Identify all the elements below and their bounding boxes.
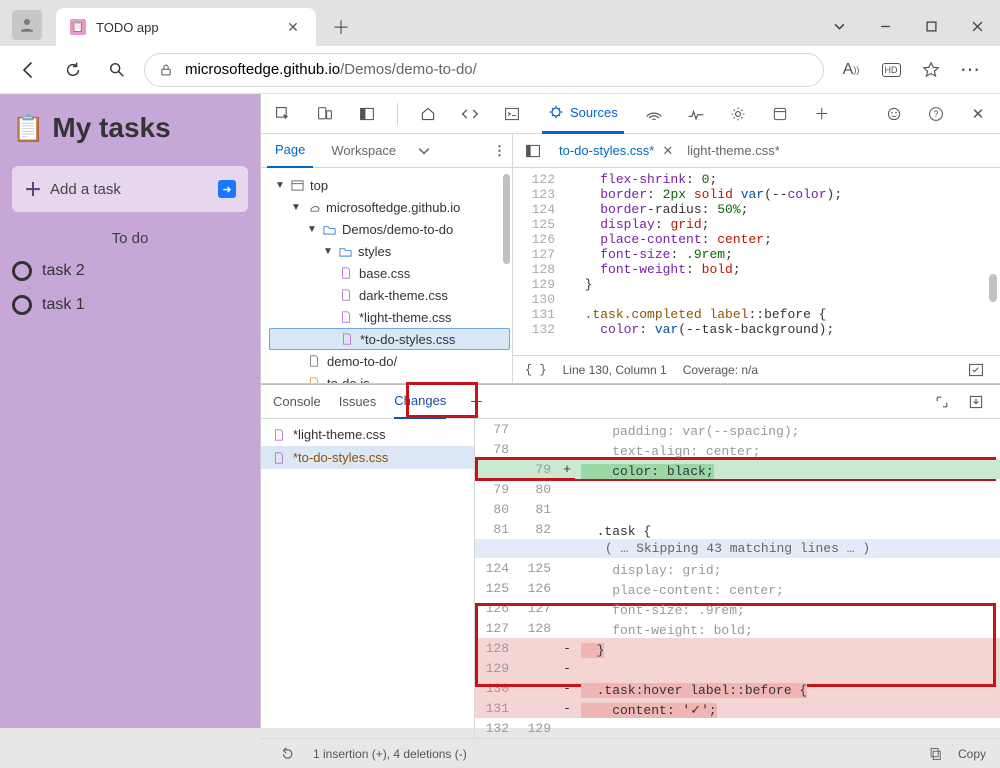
plus-icon: ＋: [24, 176, 42, 202]
tree-node-folder[interactable]: ▼Demos/demo-to-do: [269, 218, 510, 240]
add-drawer-tab-button[interactable]: ＋: [464, 390, 488, 414]
editor-tab[interactable]: light-theme.css*: [687, 143, 779, 158]
checkbox-icon[interactable]: [12, 261, 32, 281]
close-window-button[interactable]: [954, 6, 1000, 46]
sources-tab[interactable]: Sources: [542, 94, 624, 134]
changed-file-selected[interactable]: *to-do-styles.css: [261, 446, 474, 469]
help-icon[interactable]: ?: [924, 102, 948, 126]
toggle-nav-icon[interactable]: [521, 139, 545, 163]
submit-task-button[interactable]: ➜: [218, 180, 236, 198]
refresh-button[interactable]: [56, 53, 90, 87]
editor-scrollbar[interactable]: [989, 274, 997, 302]
editor-tab-active[interactable]: to-do-styles.css*✕: [559, 143, 673, 159]
diff-view[interactable]: 77 padding: var(--spacing);78 text-align…: [475, 419, 1000, 738]
devtools-tabbar: Sources ＋ ? ✕: [261, 94, 1000, 134]
coverage-icon[interactable]: [964, 358, 988, 382]
chevron-down-icon[interactable]: [816, 6, 862, 46]
diff-summary: 1 insertion (+), 4 deletions (-): [313, 747, 467, 761]
section-heading: To do: [12, 230, 248, 247]
changed-file[interactable]: *light-theme.css: [261, 423, 474, 446]
more-tabs-button[interactable]: ＋: [810, 102, 834, 126]
tree-more-icon[interactable]: ⋮: [493, 143, 506, 159]
console-panel-icon[interactable]: [500, 102, 524, 126]
code-editor[interactable]: 122 flex-shrink: 0;123 border: 2px solid…: [513, 168, 1000, 355]
task-row[interactable]: task 1: [12, 295, 248, 315]
welcome-icon[interactable]: [416, 102, 440, 126]
clipboard-icon: 📋: [12, 113, 44, 144]
application-icon[interactable]: [768, 102, 792, 126]
tree-node-styles[interactable]: ▼styles: [269, 240, 510, 262]
tree-file-selected[interactable]: *to-do-styles.css: [269, 328, 510, 350]
console-tab[interactable]: Console: [273, 385, 321, 419]
tab-title: TODO app: [96, 20, 159, 35]
tree-file[interactable]: *light-theme.css: [269, 306, 510, 328]
expand-icon[interactable]: [930, 390, 954, 414]
issues-tab[interactable]: Issues: [339, 385, 377, 419]
copy-button[interactable]: Copy: [958, 747, 986, 761]
new-tab-button[interactable]: ＋: [326, 12, 356, 42]
address-bar[interactable]: microsoftedge.github.io/Demos/demo-to-do…: [144, 53, 824, 87]
network-icon[interactable]: [642, 102, 666, 126]
settings-icon[interactable]: [726, 102, 750, 126]
tree-scrollbar[interactable]: [503, 174, 510, 264]
add-task-row[interactable]: ＋ Add a task ➜: [12, 166, 248, 212]
close-icon[interactable]: ✕: [662, 143, 673, 159]
hd-icon[interactable]: HD: [874, 53, 908, 87]
tree-file[interactable]: demo-to-do/: [269, 350, 510, 372]
close-tab-button[interactable]: ✕: [284, 18, 302, 36]
task-row[interactable]: task 2: [12, 261, 248, 281]
checkbox-icon[interactable]: [12, 295, 32, 315]
changes-tab[interactable]: Changes: [394, 385, 446, 419]
read-aloud-icon[interactable]: A)): [834, 53, 868, 87]
elements-icon[interactable]: [458, 102, 482, 126]
tree-file[interactable]: to-do.js: [269, 372, 510, 383]
feedback-icon[interactable]: [882, 102, 906, 126]
performance-icon[interactable]: [684, 102, 708, 126]
tree-node-domain[interactable]: ▼microsoftedge.github.io: [269, 196, 510, 218]
copy-icon[interactable]: [924, 742, 948, 766]
tree-node-top[interactable]: ▼top: [269, 174, 510, 196]
back-button[interactable]: [12, 53, 46, 87]
dock-icon[interactable]: [355, 102, 379, 126]
add-task-input[interactable]: Add a task: [50, 181, 218, 198]
profile-avatar[interactable]: [12, 10, 42, 40]
lock-icon: [159, 63, 173, 77]
maximize-button[interactable]: [908, 6, 954, 46]
device-icon[interactable]: [313, 102, 337, 126]
favicon-icon: 📋: [70, 19, 86, 35]
tree-file[interactable]: base.css: [269, 262, 510, 284]
close-devtools-button[interactable]: ✕: [966, 102, 990, 126]
favorite-button[interactable]: [914, 53, 948, 87]
brackets-icon[interactable]: { }: [525, 363, 547, 377]
cursor-position: Line 130, Column 1: [563, 363, 667, 377]
inspect-icon[interactable]: [271, 102, 295, 126]
menu-button[interactable]: ⋯: [954, 53, 988, 87]
workspace-tree-tab[interactable]: Workspace: [323, 134, 404, 168]
minimize-button[interactable]: [862, 6, 908, 46]
revert-icon[interactable]: [275, 742, 299, 766]
svg-text:?: ?: [934, 109, 939, 119]
page-tree-tab[interactable]: Page: [267, 134, 313, 168]
browser-tab[interactable]: 📋 TODO app ✕: [56, 8, 316, 46]
app-page: 📋My tasks ＋ Add a task ➜ To do task 2 ta…: [0, 94, 260, 728]
coverage-status: Coverage: n/a: [683, 363, 758, 377]
page-title: 📋My tasks: [12, 112, 248, 144]
download-icon[interactable]: [964, 390, 988, 414]
tree-file[interactable]: dark-theme.css: [269, 284, 510, 306]
url-text: microsoftedge.github.io/Demos/demo-to-do…: [185, 61, 477, 78]
search-button[interactable]: [100, 53, 134, 87]
